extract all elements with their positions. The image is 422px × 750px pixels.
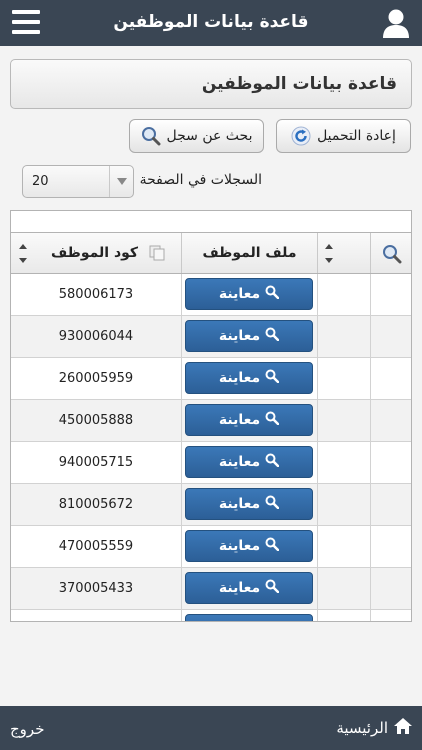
search-icon (265, 369, 280, 387)
search-icon (265, 285, 280, 303)
search-icon (265, 537, 280, 555)
search-icon (265, 495, 280, 513)
view-label: معاينة (218, 454, 261, 470)
section-header: قاعدة بيانات الموظفين (10, 59, 412, 109)
reload-label: إعادة التحميل (317, 128, 396, 144)
page-title: قاعدة بيانات الموظفين (113, 12, 309, 32)
header-employee-code[interactable]: كود الموظف (11, 233, 181, 273)
view-label: معاينة (218, 412, 261, 428)
view-label: معاينة (218, 328, 261, 344)
view-button[interactable] (185, 614, 313, 621)
table-row: 470005559 معاينة (11, 526, 411, 568)
view-button[interactable]: معاينة (185, 446, 313, 478)
chevron-down-icon (109, 166, 133, 197)
header-employee-file[interactable]: ملف الموظف (181, 233, 317, 273)
employee-code-cell: 370005433 (58, 581, 134, 596)
per-page-label: السجلات في الصفحة (139, 172, 262, 188)
employee-file-header: ملف الموظف (202, 245, 297, 261)
per-page-select[interactable]: 20 (22, 165, 134, 198)
table-body: 580006173 معاينة 930006044 معاينة 260005… (11, 274, 411, 621)
search-icon (265, 327, 280, 345)
employee-table: كود الموظف ملف الموظف 580006173 معاينة 9… (10, 210, 412, 622)
header-sort[interactable] (317, 233, 370, 273)
view-label: معاينة (218, 538, 261, 554)
logout-link[interactable]: خروج (10, 720, 44, 738)
user-icon[interactable] (382, 8, 410, 38)
search-record-button[interactable]: بحث عن سجل (129, 119, 264, 153)
top-bar: قاعدة بيانات الموظفين (0, 0, 422, 46)
home-icon (394, 718, 412, 738)
table-top-strip (11, 211, 411, 233)
employee-code-cell: 940005715 (58, 455, 134, 470)
view-label: معاينة (218, 496, 261, 512)
table-row: 450005888 معاينة (11, 400, 411, 442)
view-button[interactable]: معاينة (185, 320, 313, 352)
employee-code-cell: 930006044 (58, 329, 134, 344)
search-icon (265, 579, 280, 597)
table-row: 580006173 معاينة (11, 274, 411, 316)
employee-code-cell: 260005959 (58, 371, 134, 386)
hamburger-icon[interactable] (12, 10, 40, 36)
view-button[interactable]: معاينة (185, 488, 313, 520)
home-link[interactable]: الرئيسية (336, 718, 412, 738)
header-search[interactable] (370, 233, 411, 273)
view-button[interactable]: معاينة (185, 530, 313, 562)
table-row (11, 610, 411, 621)
view-button[interactable]: معاينة (185, 572, 313, 604)
search-icon (265, 411, 280, 429)
view-button[interactable]: معاينة (185, 362, 313, 394)
search-icon[interactable] (382, 244, 402, 268)
section-title: قاعدة بيانات الموظفين (201, 74, 397, 94)
view-label: معاينة (218, 580, 261, 596)
table-row: 370005433 معاينة (11, 568, 411, 610)
copy-icon (149, 245, 165, 265)
table-row: 930006044 معاينة (11, 316, 411, 358)
sort-arrows-icon[interactable] (18, 242, 28, 266)
view-label: معاينة (218, 370, 261, 386)
table-header: كود الموظف ملف الموظف (11, 233, 411, 274)
view-label: معاينة (218, 286, 261, 302)
refresh-icon (291, 126, 311, 146)
search-record-label: بحث عن سجل (166, 128, 253, 144)
home-label: الرئيسية (336, 719, 388, 737)
employee-code-header: كود الموظف (51, 245, 139, 261)
reload-button[interactable]: إعادة التحميل (276, 119, 411, 153)
sort-arrows-icon[interactable] (324, 242, 334, 266)
employee-code-cell: 810005672 (58, 497, 134, 512)
magnifier-icon (141, 126, 161, 146)
table-row: 810005672 معاينة (11, 484, 411, 526)
employee-code-cell: 470005559 (58, 539, 134, 554)
view-button[interactable]: معاينة (185, 404, 313, 436)
per-page-value: 20 (32, 174, 49, 189)
employee-code-cell: 580006173 (58, 287, 134, 302)
bottom-bar: الرئيسية خروج (0, 706, 422, 750)
view-button[interactable]: معاينة (185, 278, 313, 310)
search-icon (265, 453, 280, 471)
employee-code-cell: 450005888 (58, 413, 134, 428)
table-row: 260005959 معاينة (11, 358, 411, 400)
table-row: 940005715 معاينة (11, 442, 411, 484)
